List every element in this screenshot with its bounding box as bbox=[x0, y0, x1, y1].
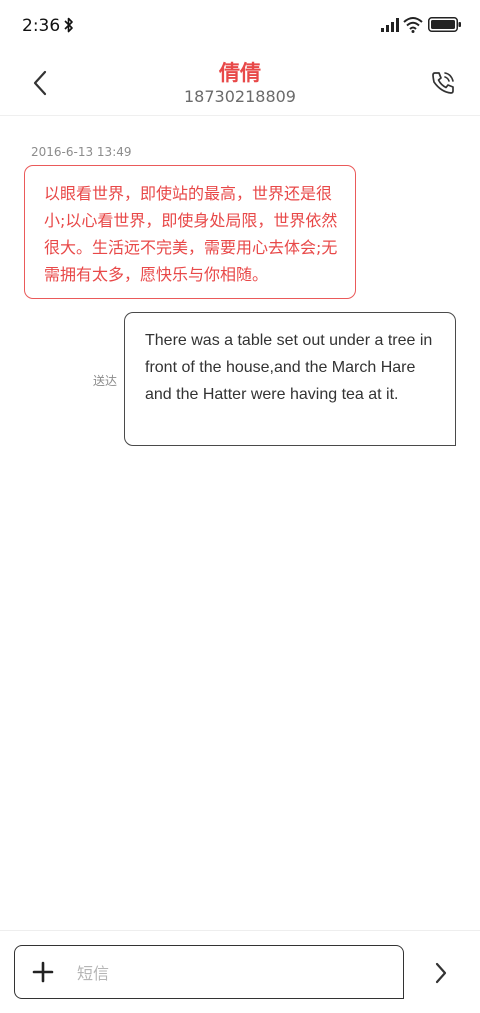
incoming-message-text: 以眼看世界，即使站的最高，世界还是很小;以心看世界，即使身处局限，世界依然很大。… bbox=[44, 184, 338, 284]
chevron-left-icon bbox=[33, 70, 47, 96]
message-timestamp: 2016-6-13 13:49 bbox=[31, 145, 132, 159]
plus-icon bbox=[32, 961, 54, 983]
contact-number: 18730218809 bbox=[184, 87, 296, 106]
wifi-icon bbox=[403, 17, 423, 33]
bluetooth-icon bbox=[64, 17, 73, 33]
battery-icon bbox=[428, 17, 461, 32]
signal-icon bbox=[381, 18, 399, 32]
outgoing-message-bubble[interactable]: There was a table set out under a tree i… bbox=[124, 312, 456, 446]
message-input[interactable] bbox=[77, 960, 377, 986]
send-button[interactable] bbox=[426, 959, 456, 987]
delivery-status: 送达 bbox=[93, 374, 118, 388]
message-input-box bbox=[14, 945, 404, 999]
outgoing-message-text: There was a table set out under a tree i… bbox=[145, 332, 433, 403]
attach-button[interactable] bbox=[29, 958, 57, 986]
status-bar: 2:36 bbox=[0, 0, 480, 52]
contact-title: 倩倩 18730218809 bbox=[140, 60, 340, 108]
phone-icon bbox=[432, 72, 454, 94]
message-composer bbox=[0, 930, 480, 1013]
status-time: 2:36 bbox=[22, 16, 61, 36]
contact-name: 倩倩 bbox=[219, 61, 261, 85]
back-button[interactable] bbox=[24, 66, 56, 100]
chevron-right-icon bbox=[435, 962, 447, 984]
incoming-message-bubble[interactable]: 以眼看世界，即使站的最高，世界还是很小;以心看世界，即使身处局限，世界依然很大。… bbox=[24, 165, 356, 299]
conversation-header: 倩倩 18730218809 bbox=[0, 52, 480, 116]
call-button[interactable] bbox=[428, 68, 458, 98]
